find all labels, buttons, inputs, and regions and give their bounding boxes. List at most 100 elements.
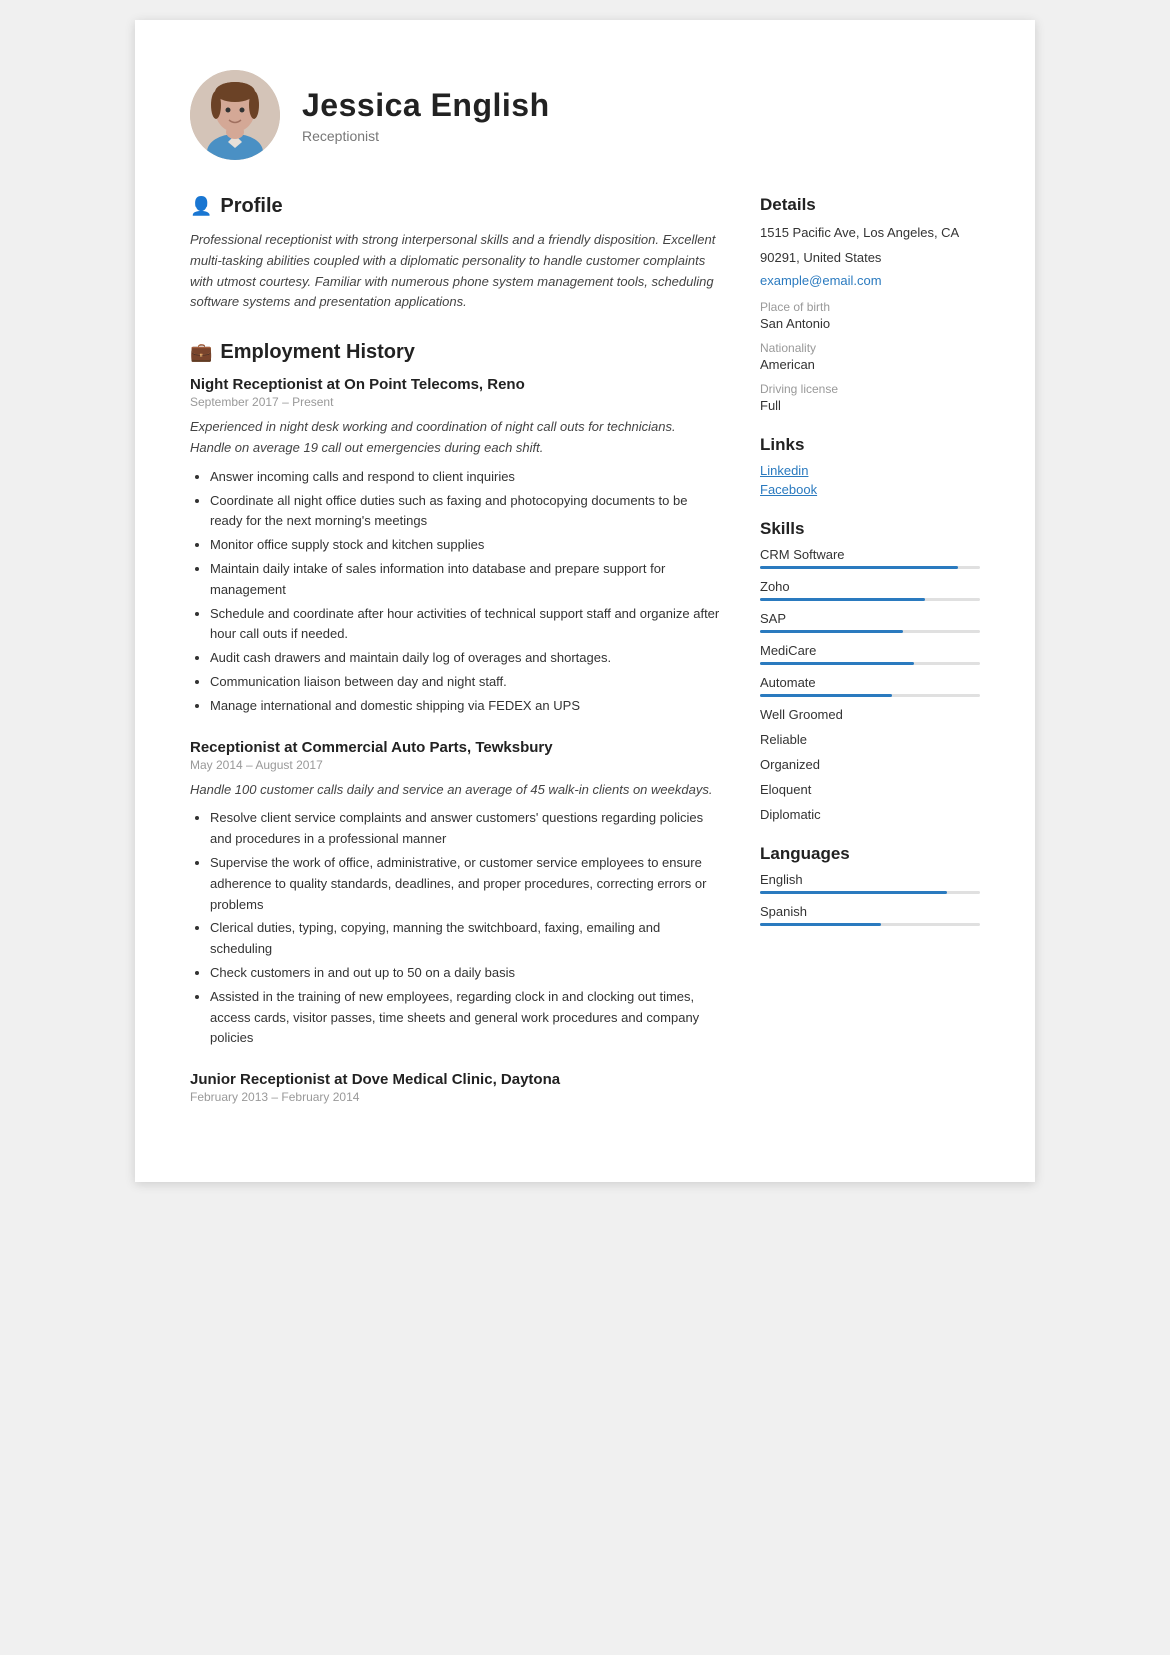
job-bullet: Supervise the work of office, administra… — [210, 853, 720, 915]
employment-section: 💼 Employment History Night Receptionist … — [190, 341, 720, 1104]
skill-bar-fill — [760, 566, 958, 569]
body-layout: 👤 Profile Professional receptionist with… — [190, 195, 980, 1132]
resume-page: Jessica English Receptionist 👤 Profile P… — [135, 20, 1035, 1182]
job-item: Junior Receptionist at Dove Medical Clin… — [190, 1071, 720, 1104]
details-address-line1: 1515 Pacific Ave, Los Angeles, CA — [760, 223, 980, 244]
job-title: Receptionist at Commercial Auto Parts, T… — [190, 739, 720, 756]
languages-title: Languages — [760, 844, 980, 864]
skill-bar-bg — [760, 662, 980, 665]
language-item: Spanish — [760, 904, 980, 926]
skills-section: Skills CRM Software Zoho SAP MediCare Au… — [760, 519, 980, 822]
language-bar-bg — [760, 923, 980, 926]
nationality-label: Nationality — [760, 341, 980, 355]
language-item: English — [760, 872, 980, 894]
language-bar-fill — [760, 923, 881, 926]
place-of-birth-value: San Antonio — [760, 316, 980, 331]
job-dates: February 2013 – February 2014 — [190, 1090, 720, 1104]
jobs-container: Night Receptionist at On Point Telecoms,… — [190, 376, 720, 1104]
job-bullet: Audit cash drawers and maintain daily lo… — [210, 648, 720, 669]
profile-text: Professional receptionist with strong in… — [190, 230, 720, 313]
nationality-value: American — [760, 357, 980, 372]
header: Jessica English Receptionist — [190, 70, 980, 160]
details-address-line2: 90291, United States — [760, 248, 980, 269]
language-name: English — [760, 872, 980, 887]
skill-item: Diplomatic — [760, 807, 980, 822]
skill-name: Organized — [760, 757, 980, 772]
job-bullet: Answer incoming calls and respond to cli… — [210, 467, 720, 488]
skill-name: Reliable — [760, 732, 980, 747]
link-item[interactable]: Facebook — [760, 482, 980, 497]
details-section: Details 1515 Pacific Ave, Los Angeles, C… — [760, 195, 980, 413]
skill-item: SAP — [760, 611, 980, 633]
skill-item: Reliable — [760, 732, 980, 747]
skill-item: Zoho — [760, 579, 980, 601]
job-dates: September 2017 – Present — [190, 395, 720, 409]
skill-bar-fill — [760, 598, 925, 601]
profile-section-title: 👤 Profile — [190, 195, 720, 218]
job-item: Night Receptionist at On Point Telecoms,… — [190, 376, 720, 716]
skill-item: Automate — [760, 675, 980, 697]
driving-license-value: Full — [760, 398, 980, 413]
skill-name: Well Groomed — [760, 707, 980, 722]
profile-icon: 👤 — [190, 196, 212, 217]
employment-icon: 💼 — [190, 342, 212, 363]
skill-item: MediCare — [760, 643, 980, 665]
languages-container: English Spanish — [760, 872, 980, 926]
job-title: Junior Receptionist at Dove Medical Clin… — [190, 1071, 720, 1088]
job-bullet: Schedule and coordinate after hour activ… — [210, 604, 720, 646]
skill-item: Organized — [760, 757, 980, 772]
main-column: 👤 Profile Professional receptionist with… — [190, 195, 720, 1132]
skill-bar-fill — [760, 662, 914, 665]
link-item[interactable]: Linkedin — [760, 463, 980, 478]
job-bullet: Maintain daily intake of sales informati… — [210, 559, 720, 601]
job-item: Receptionist at Commercial Auto Parts, T… — [190, 739, 720, 1050]
place-of-birth-label: Place of birth — [760, 300, 980, 314]
skill-bar-fill — [760, 694, 892, 697]
language-bar-bg — [760, 891, 980, 894]
employment-section-title: 💼 Employment History — [190, 341, 720, 364]
skill-bar-bg — [760, 694, 980, 697]
skills-title: Skills — [760, 519, 980, 539]
job-title: Night Receptionist at On Point Telecoms,… — [190, 376, 720, 393]
job-summary: Experienced in night desk working and co… — [190, 417, 720, 459]
job-bullet: Communication liaison between day and ni… — [210, 672, 720, 693]
links-section: Links Linkedin Facebook — [760, 435, 980, 497]
skill-name: Diplomatic — [760, 807, 980, 822]
job-bullet: Assisted in the training of new employee… — [210, 987, 720, 1049]
side-column: Details 1515 Pacific Ave, Los Angeles, C… — [760, 195, 980, 1132]
candidate-name: Jessica English — [302, 87, 550, 124]
job-bullet: Clerical duties, typing, copying, mannin… — [210, 918, 720, 960]
avatar — [190, 70, 280, 160]
skill-bar-bg — [760, 598, 980, 601]
skill-name: Automate — [760, 675, 980, 690]
skill-bar-fill — [760, 630, 903, 633]
details-title: Details — [760, 195, 980, 215]
links-title: Links — [760, 435, 980, 455]
profile-section: 👤 Profile Professional receptionist with… — [190, 195, 720, 313]
driving-license-label: Driving license — [760, 382, 980, 396]
skill-name: CRM Software — [760, 547, 980, 562]
skill-bar-bg — [760, 630, 980, 633]
job-summary: Handle 100 customer calls daily and serv… — [190, 780, 720, 801]
job-bullet: Coordinate all night office duties such … — [210, 491, 720, 533]
job-bullet: Check customers in and out up to 50 on a… — [210, 963, 720, 984]
candidate-subtitle: Receptionist — [302, 128, 550, 144]
languages-section: Languages English Spanish — [760, 844, 980, 926]
job-dates: May 2014 – August 2017 — [190, 758, 720, 772]
job-bullets: Resolve client service complaints and an… — [190, 808, 720, 1049]
skill-name: MediCare — [760, 643, 980, 658]
skill-item: CRM Software — [760, 547, 980, 569]
skill-name: SAP — [760, 611, 980, 626]
skill-name: Eloquent — [760, 782, 980, 797]
job-bullet: Resolve client service complaints and an… — [210, 808, 720, 850]
job-bullet: Manage international and domestic shippi… — [210, 696, 720, 717]
details-email[interactable]: example@email.com — [760, 273, 980, 288]
header-text: Jessica English Receptionist — [302, 87, 550, 144]
skills-container: CRM Software Zoho SAP MediCare Automate — [760, 547, 980, 822]
language-bar-fill — [760, 891, 947, 894]
skill-item: Eloquent — [760, 782, 980, 797]
job-bullets: Answer incoming calls and respond to cli… — [190, 467, 720, 717]
links-container: Linkedin Facebook — [760, 463, 980, 497]
skill-bar-bg — [760, 566, 980, 569]
job-bullet: Monitor office supply stock and kitchen … — [210, 535, 720, 556]
